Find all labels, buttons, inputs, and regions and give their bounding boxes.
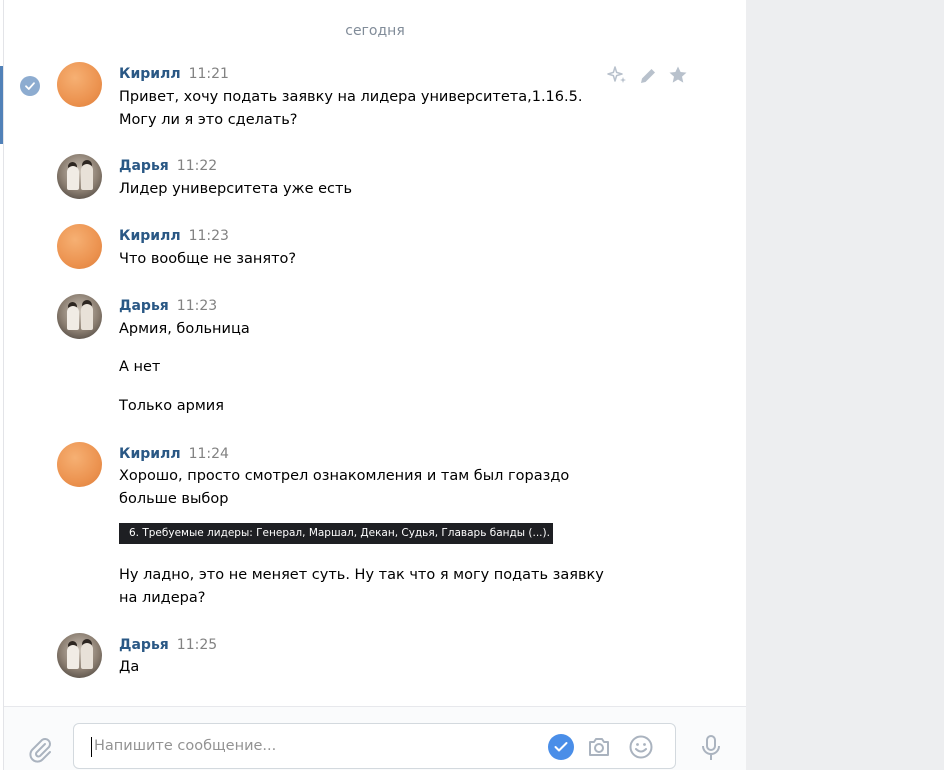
- message-input-placeholder: Напишите сообщение...: [94, 738, 277, 754]
- message-author[interactable]: Кирилл: [119, 228, 181, 244]
- attached-image[interactable]: 6. Требуемые лидеры: Генерал, Маршал, Де…: [119, 523, 553, 544]
- message-text: Хорошо, просто смотрел ознакомления и та…: [119, 468, 570, 484]
- avatar[interactable]: [57, 442, 102, 487]
- message-text: Да: [119, 659, 140, 675]
- message-time: 11:23: [188, 228, 229, 244]
- message-time: 11:22: [176, 158, 218, 174]
- avatar[interactable]: [57, 62, 102, 107]
- date-separator: сегодня: [345, 23, 405, 39]
- message-text: Ну ладно, это не меняет суть. Ну так что…: [119, 567, 604, 583]
- message-time: 11:23: [176, 298, 218, 314]
- send-check-icon[interactable]: [548, 734, 574, 760]
- message-author[interactable]: Дарья: [119, 298, 169, 314]
- text-cursor: [91, 737, 92, 757]
- pencil-icon[interactable]: [638, 66, 658, 90]
- left-panel-accent: [0, 66, 3, 144]
- message-author[interactable]: Дарья: [119, 158, 169, 174]
- message-author[interactable]: Дарья: [119, 637, 169, 653]
- microphone-icon[interactable]: [700, 734, 722, 766]
- message-text: Могу ли я это сделать?: [119, 112, 298, 128]
- message-text: больше выбор: [119, 491, 229, 507]
- avatar[interactable]: [57, 224, 102, 269]
- message-author[interactable]: Кирилл: [119, 66, 181, 82]
- message-text: Только армия: [119, 398, 224, 414]
- message-author[interactable]: Кирилл: [119, 446, 181, 462]
- message-text: Привет, хочу подать заявку на лидера уни…: [119, 89, 583, 105]
- message-time: 11:21: [188, 66, 229, 82]
- message-time: 11:24: [188, 446, 229, 462]
- paperclip-icon[interactable]: [26, 735, 54, 767]
- sparkle-icon[interactable]: [606, 64, 628, 90]
- camera-icon[interactable]: [586, 734, 612, 764]
- avatar[interactable]: [57, 294, 102, 339]
- message-time: 11:25: [176, 637, 218, 653]
- message-text: А нет: [119, 359, 161, 375]
- smile-icon[interactable]: [627, 733, 655, 765]
- message-text: Армия, больница: [119, 321, 250, 337]
- selected-check-icon[interactable]: [20, 76, 40, 96]
- star-icon[interactable]: [668, 65, 688, 89]
- message-input[interactable]: Напишите сообщение...: [73, 723, 676, 769]
- avatar[interactable]: [57, 154, 102, 199]
- message-text: на лидера?: [119, 590, 206, 606]
- message-text: Что вообще не занято?: [119, 251, 297, 267]
- avatar[interactable]: [57, 633, 102, 678]
- message-text: Лидер университета уже есть: [119, 181, 353, 197]
- message-composer: Напишите сообщение...: [4, 706, 746, 770]
- chat-panel: сегодня Кирилл 11:21 Привет, хочу подать …: [4, 0, 746, 770]
